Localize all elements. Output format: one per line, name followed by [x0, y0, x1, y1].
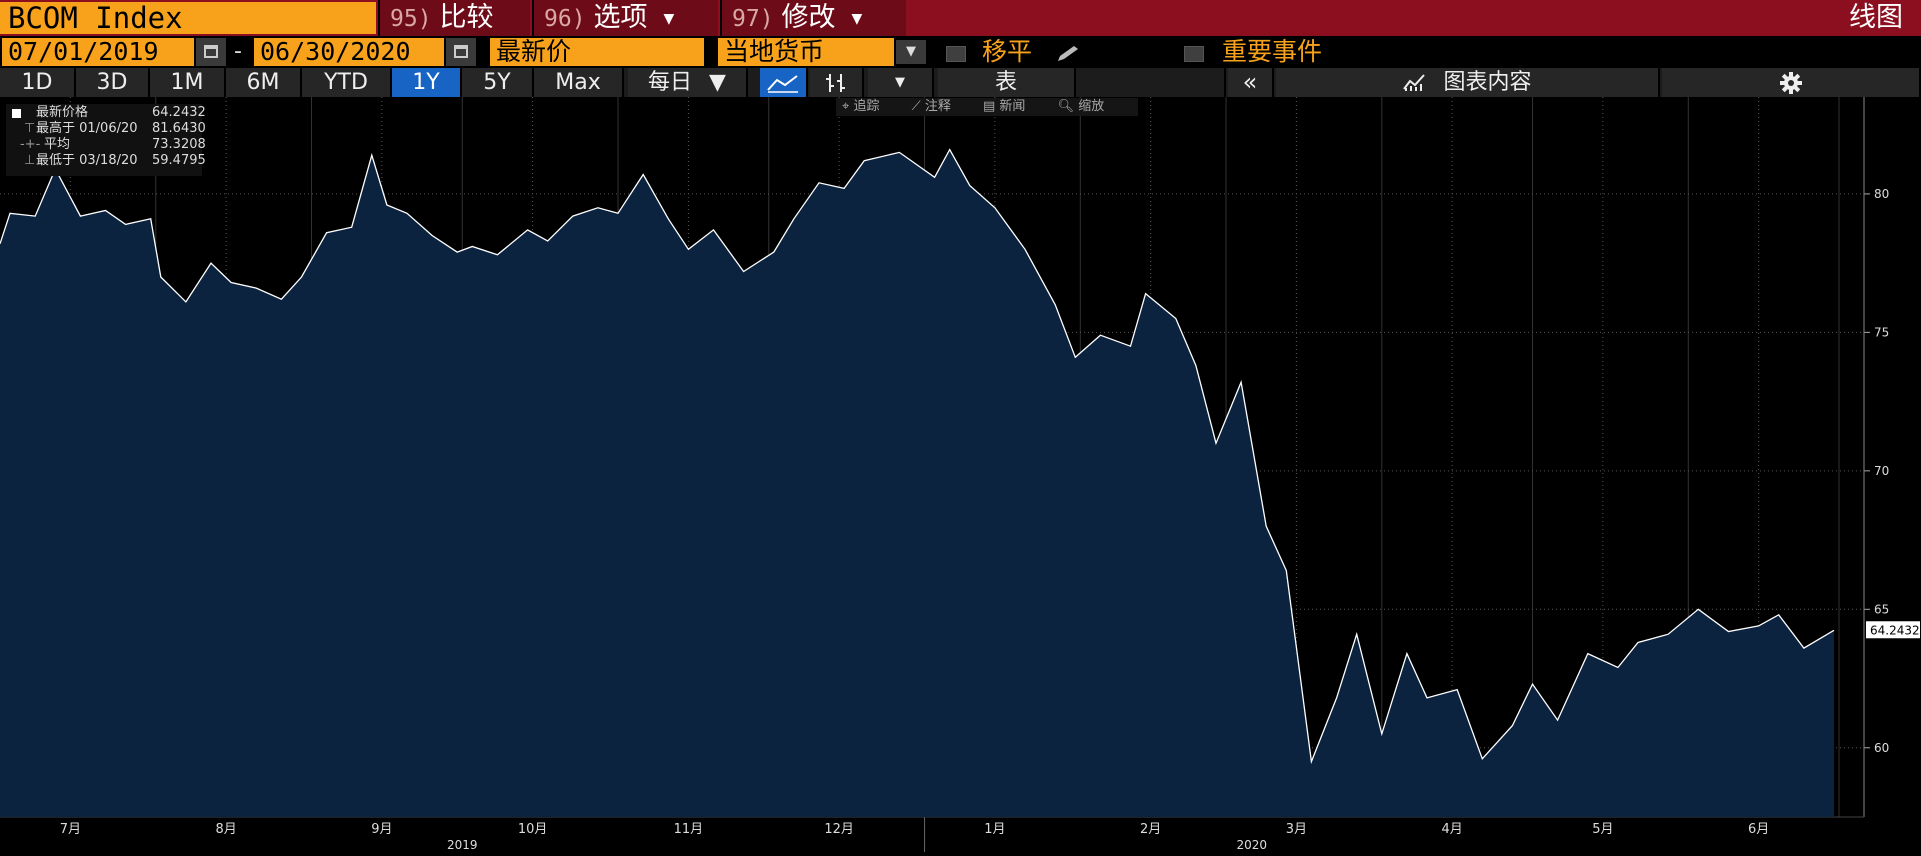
frequency-label: 每日: [648, 70, 693, 95]
caret-down-icon: ▼: [709, 70, 726, 95]
legend-high-value: 81.6430: [152, 121, 206, 136]
range-bar: 07/01/2019 - 06/30/2020 最新价 当地货币 ▼ 移平 重要…: [0, 36, 1921, 68]
calendar-icon[interactable]: [196, 38, 226, 66]
compare-shortcut: 95): [390, 6, 432, 32]
toolbar: 1D 3D 1M 6M YTD 1Y 5Y Max 每日 ▼ ▼ 表 « 图表内…: [0, 68, 1921, 97]
period-1m-button[interactable]: 1M: [150, 68, 226, 97]
period-3d-button[interactable]: 3D: [76, 68, 150, 97]
year-label: 2019: [447, 838, 478, 852]
period-5y-button[interactable]: 5Y: [462, 68, 534, 97]
x-tick-label: 5月: [1592, 822, 1613, 837]
period-1y-button[interactable]: 1Y: [392, 68, 462, 97]
chevron-down-icon[interactable]: ▼: [868, 68, 934, 97]
tool-zoom-label: 缩放: [1078, 99, 1105, 114]
period-ytd-button[interactable]: YTD: [302, 68, 392, 97]
tool-track[interactable]: ⌖ 追踪: [842, 99, 893, 114]
start-date-field[interactable]: 07/01/2019: [2, 38, 194, 66]
tool-annotate-label: 注释: [924, 99, 951, 114]
legend-avg-label: 平均: [44, 137, 71, 152]
gear-icon[interactable]: [1662, 68, 1921, 97]
legend-low-value: 59.4795: [152, 153, 206, 168]
chart-contents-icon: [1402, 70, 1443, 95]
chart-contents-label: 图表内容: [1443, 70, 1532, 95]
legend-square-icon[interactable]: [12, 107, 21, 122]
period-6m-button[interactable]: 6M: [226, 68, 302, 97]
price-chart[interactable]: 7月 8月 9月 10月 11月 12月 1月 2月 3月 4月 5月 6月 2019 2020 60 65 7…: [0, 97, 1921, 852]
last-value-label: 64.2432: [1870, 623, 1920, 637]
currency-select[interactable]: 当地货币: [718, 38, 894, 66]
frequency-select[interactable]: 每日 ▼: [628, 68, 748, 97]
y-tick-label: 75: [1874, 325, 1889, 339]
y-tick-label: 65: [1874, 602, 1889, 616]
chevron-down-icon: ▼: [851, 10, 863, 27]
high-marker-icon: ⊤: [24, 121, 36, 136]
x-tick-label: 10月: [518, 822, 548, 837]
legend-low-label: 最低于 03/18/20: [36, 153, 138, 168]
calendar-icon[interactable]: [446, 38, 476, 66]
end-date-field[interactable]: 06/30/2020: [254, 38, 444, 66]
options-button[interactable]: 96) 选项 ▼: [532, 0, 718, 36]
year-label: 2020: [1237, 838, 1268, 852]
chevron-down-icon: ▼: [663, 10, 675, 27]
price-chart-svg: 7月 8月 9月 10月 11月 12月 1月 2月 3月 4月 5月 6月 2019 2020 60 65 7…: [0, 97, 1920, 852]
x-tick-label: 4月: [1441, 822, 1462, 837]
key-events-checkbox[interactable]: [1184, 46, 1204, 62]
legend-last-label: 最新价格: [36, 105, 89, 120]
moving-average-checkbox[interactable]: [946, 46, 966, 62]
options-label: 选项: [593, 2, 648, 33]
modify-shortcut: 97): [732, 6, 774, 32]
x-tick-label: 3月: [1286, 822, 1307, 837]
x-tick-label: 8月: [215, 822, 236, 837]
double-chevron-left-icon[interactable]: «: [1228, 68, 1274, 97]
tool-news-label: 新闻: [999, 99, 1026, 114]
table-button[interactable]: 表: [938, 68, 1076, 97]
modify-label: 修改: [781, 2, 836, 33]
candlestick-icon[interactable]: [810, 68, 864, 97]
x-tick-label: 7月: [60, 822, 81, 837]
y-tick-label: 80: [1874, 187, 1889, 201]
x-tick-label: 2月: [1140, 822, 1161, 837]
tool-zoom[interactable]: 🔍︎ 缩放: [1058, 99, 1119, 114]
line-chart-icon[interactable]: [760, 68, 808, 97]
x-tick-label: 6月: [1748, 822, 1769, 837]
legend-high-label: 最高于 01/06/20: [36, 121, 138, 136]
chart-contents-button[interactable]: 图表内容: [1276, 68, 1660, 97]
header-bar: BCOM Index 95) 比较 96) 选项 ▼ 97) 修改 ▼ 线图: [0, 0, 1921, 36]
low-marker-icon: ⊥: [24, 153, 36, 168]
chevron-down-icon[interactable]: ▼: [896, 40, 926, 64]
legend-avg-value: 73.3208: [152, 137, 206, 152]
price-field-select[interactable]: 最新价: [490, 38, 704, 66]
compare-label: 比较: [439, 2, 494, 33]
chart-type-label: 线图: [1849, 2, 1903, 33]
period-max-button[interactable]: Max: [534, 68, 624, 97]
x-tick-label: 1月: [984, 822, 1005, 837]
chart-tools: ⌖ 追踪 ⟋ 注释 ▤ 新闻 🔍︎ 缩放: [836, 98, 1139, 116]
chart-legend: 最新价格 64.2432 ⊤ 最高于 01/06/20 81.6430 -+- …: [6, 104, 206, 176]
x-tick-label: 9月: [371, 822, 392, 837]
date-separator: -: [234, 39, 242, 64]
tool-news[interactable]: ▤ 新闻: [983, 99, 1039, 114]
x-tick-label: 12月: [824, 822, 854, 837]
period-1d-button[interactable]: 1D: [0, 68, 76, 97]
y-tick-label: 70: [1874, 464, 1889, 478]
modify-button[interactable]: 97) 修改 ▼: [720, 0, 906, 36]
pencil-icon[interactable]: [1054, 44, 1084, 68]
average-marker-icon: -+-: [20, 137, 41, 152]
options-shortcut: 96): [544, 6, 586, 32]
tool-annotate[interactable]: ⟋ 注释: [912, 99, 965, 114]
y-tick-label: 60: [1874, 741, 1889, 755]
compare-button[interactable]: 95) 比较: [378, 0, 530, 36]
moving-average-label: 移平: [982, 37, 1033, 66]
legend-last-value: 64.2432: [152, 105, 206, 120]
toolbar-spacer: [1080, 68, 1226, 97]
tool-track-label: 追踪: [853, 99, 880, 114]
x-tick-label: 11月: [674, 822, 704, 837]
key-events-label: 重要事件: [1222, 37, 1323, 66]
ticker-field[interactable]: BCOM Index: [0, 2, 376, 34]
